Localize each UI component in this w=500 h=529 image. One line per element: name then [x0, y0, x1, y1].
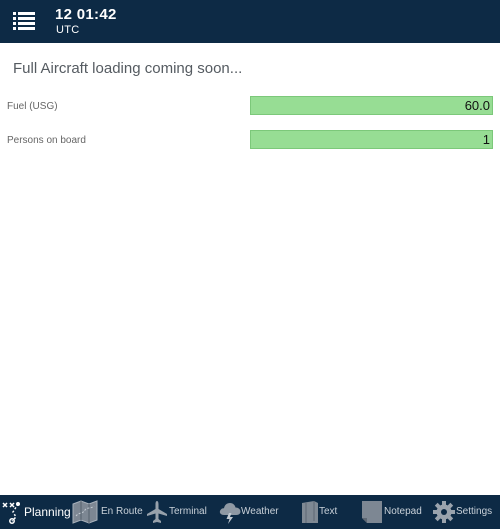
list-menu-icon	[13, 12, 35, 30]
persons-on-board-label: Persons on board	[7, 135, 86, 146]
tab-terminal[interactable]: Terminal	[145, 495, 215, 529]
tab-notepad[interactable]: Notepad	[360, 495, 430, 529]
gear-icon	[433, 501, 455, 523]
tab-terminal-label: Terminal	[169, 506, 207, 517]
tab-planning-label: Planning	[24, 505, 71, 519]
fuel-input[interactable]: 60.0	[250, 96, 493, 115]
cloud-lightning-icon	[219, 503, 241, 524]
tab-weather-label: Weather	[241, 506, 279, 517]
tab-settings[interactable]: Settings	[432, 495, 500, 529]
tab-planning[interactable]: Planning	[0, 495, 71, 529]
route-planning-icon	[2, 502, 20, 524]
notepad-icon	[362, 501, 382, 523]
menu-button[interactable]	[8, 6, 42, 36]
tab-text[interactable]: Text	[300, 495, 352, 529]
coming-soon-message: Full Aircraft loading coming soon...	[13, 60, 243, 77]
document-icon	[302, 501, 318, 523]
airplane-icon	[147, 501, 167, 523]
fuel-label: Fuel (USG)	[7, 101, 58, 112]
tab-settings-label: Settings	[456, 506, 493, 517]
tab-en-route[interactable]: En Route	[71, 495, 143, 529]
tab-notepad-label: Notepad	[384, 506, 422, 517]
clock-timezone: UTC	[56, 24, 80, 36]
persons-on-board-input[interactable]: 1	[250, 130, 493, 149]
tab-en-route-label: En Route	[101, 506, 143, 517]
tab-text-label: Text	[319, 506, 338, 517]
clock-time: 12 01:42	[55, 6, 117, 23]
bottom-tab-bar: Planning En Route Terminal Weather Text	[0, 495, 500, 529]
map-icon	[72, 500, 98, 524]
top-bar: 12 01:42 UTC	[0, 0, 500, 43]
tab-weather[interactable]: Weather	[217, 495, 287, 529]
